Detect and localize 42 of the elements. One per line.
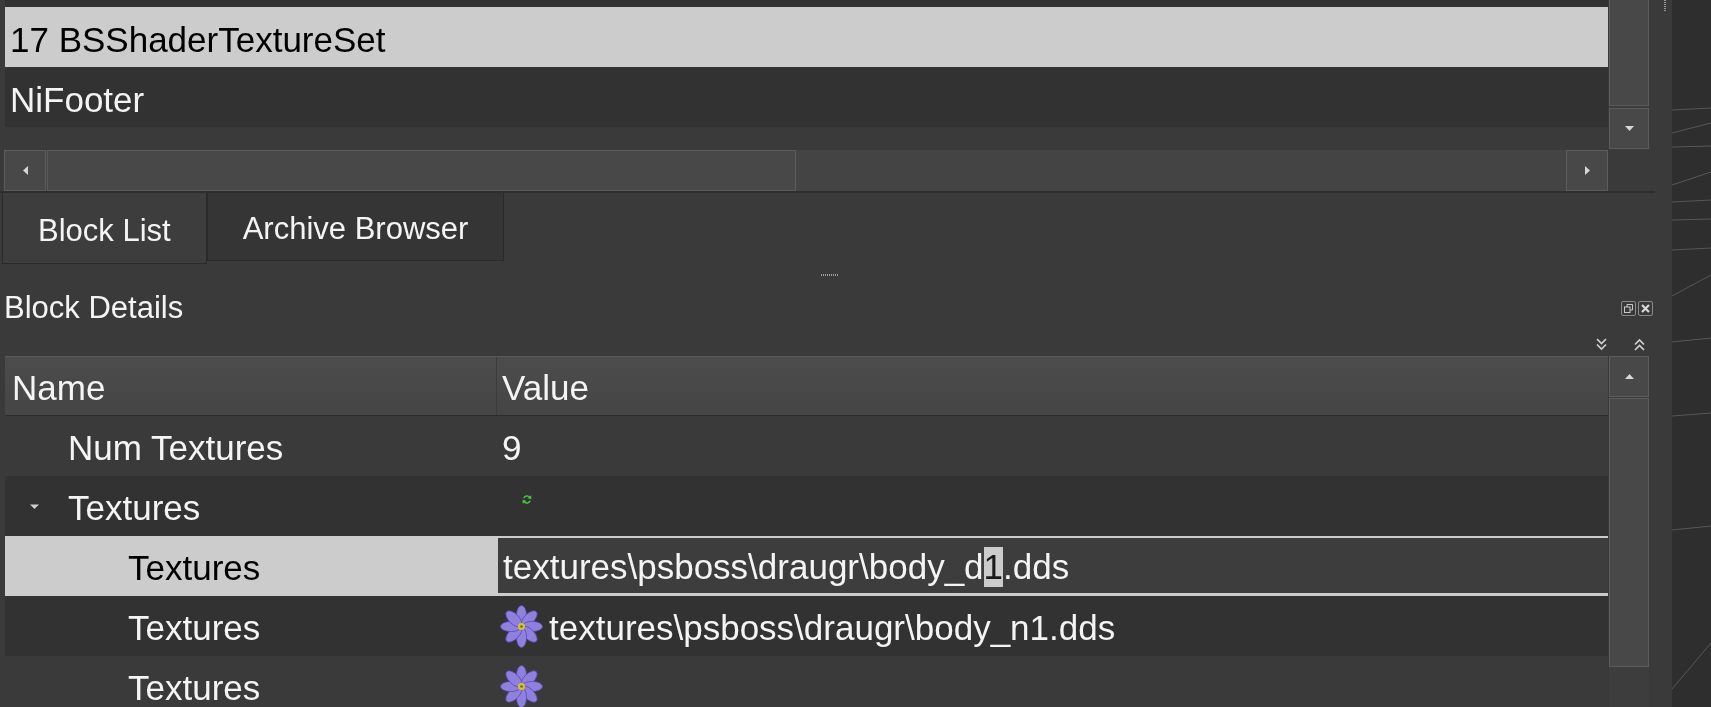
scroll-right-button[interactable] [1566,150,1608,191]
flower-icon [500,663,543,707]
list-item[interactable]: NiFooter [5,67,1608,127]
field-value: 9 [501,428,522,468]
field-value: textures\psboss\draugr\body_n1.dds [549,608,1116,648]
flower-icon [500,603,543,649]
caret-up-icon [1624,374,1634,379]
caret-left-icon [22,166,28,175]
double-chevron-down-icon[interactable] [1596,337,1607,351]
close-button[interactable] [1638,300,1653,316]
scroll-down-button[interactable] [1609,108,1649,149]
caret-down-icon [1624,126,1634,131]
scroll-up-button[interactable] [1609,356,1649,397]
field-name: Textures [128,608,261,648]
scrollbar-thumb[interactable] [1609,0,1649,106]
field-name: Textures [128,548,261,588]
dock-tab[interactable]: Archive Browser [206,193,505,261]
field-name: Textures [68,488,201,528]
panel-title: Block Details [4,290,184,326]
scrollbar-thumb[interactable] [1609,398,1649,667]
dock-tab[interactable]: Block List [2,193,207,264]
field-name: Textures [128,668,261,707]
tree-row[interactable]: Textures textures\psboss\draugr\body_d1.dds [5,536,1608,596]
column-header[interactable]: Value [496,357,1608,415]
tree-row[interactable]: Textures textures\psboss\draugr\body_n1.dds [5,596,1608,656]
refresh-arrows-icon [522,494,532,505]
field-name: Num Textures [68,428,284,468]
caret-right-icon [1584,166,1590,175]
scrollbar-thumb[interactable] [47,150,796,191]
viewport-wireframe-drawing[interactable] [1672,0,1711,707]
column-header[interactable]: Name [5,360,496,415]
horizontal-scrollbar[interactable] [4,150,1608,191]
overlapping-squares-icon [1624,303,1633,313]
vertical-scrollbar[interactable] [1609,0,1649,149]
text-input-field[interactable]: textures\psboss\draugr\body_d1.dds [498,538,1608,593]
grip-dots-icon[interactable] [821,273,838,276]
tree-row[interactable]: Textures [5,476,1608,536]
close-icon [1641,303,1650,313]
double-chevron-up-icon[interactable] [1634,337,1645,351]
list-item[interactable]: 17 BSShaderTextureSet [5,7,1608,67]
float-button[interactable] [1621,300,1636,316]
scroll-left-button[interactable] [4,150,46,191]
